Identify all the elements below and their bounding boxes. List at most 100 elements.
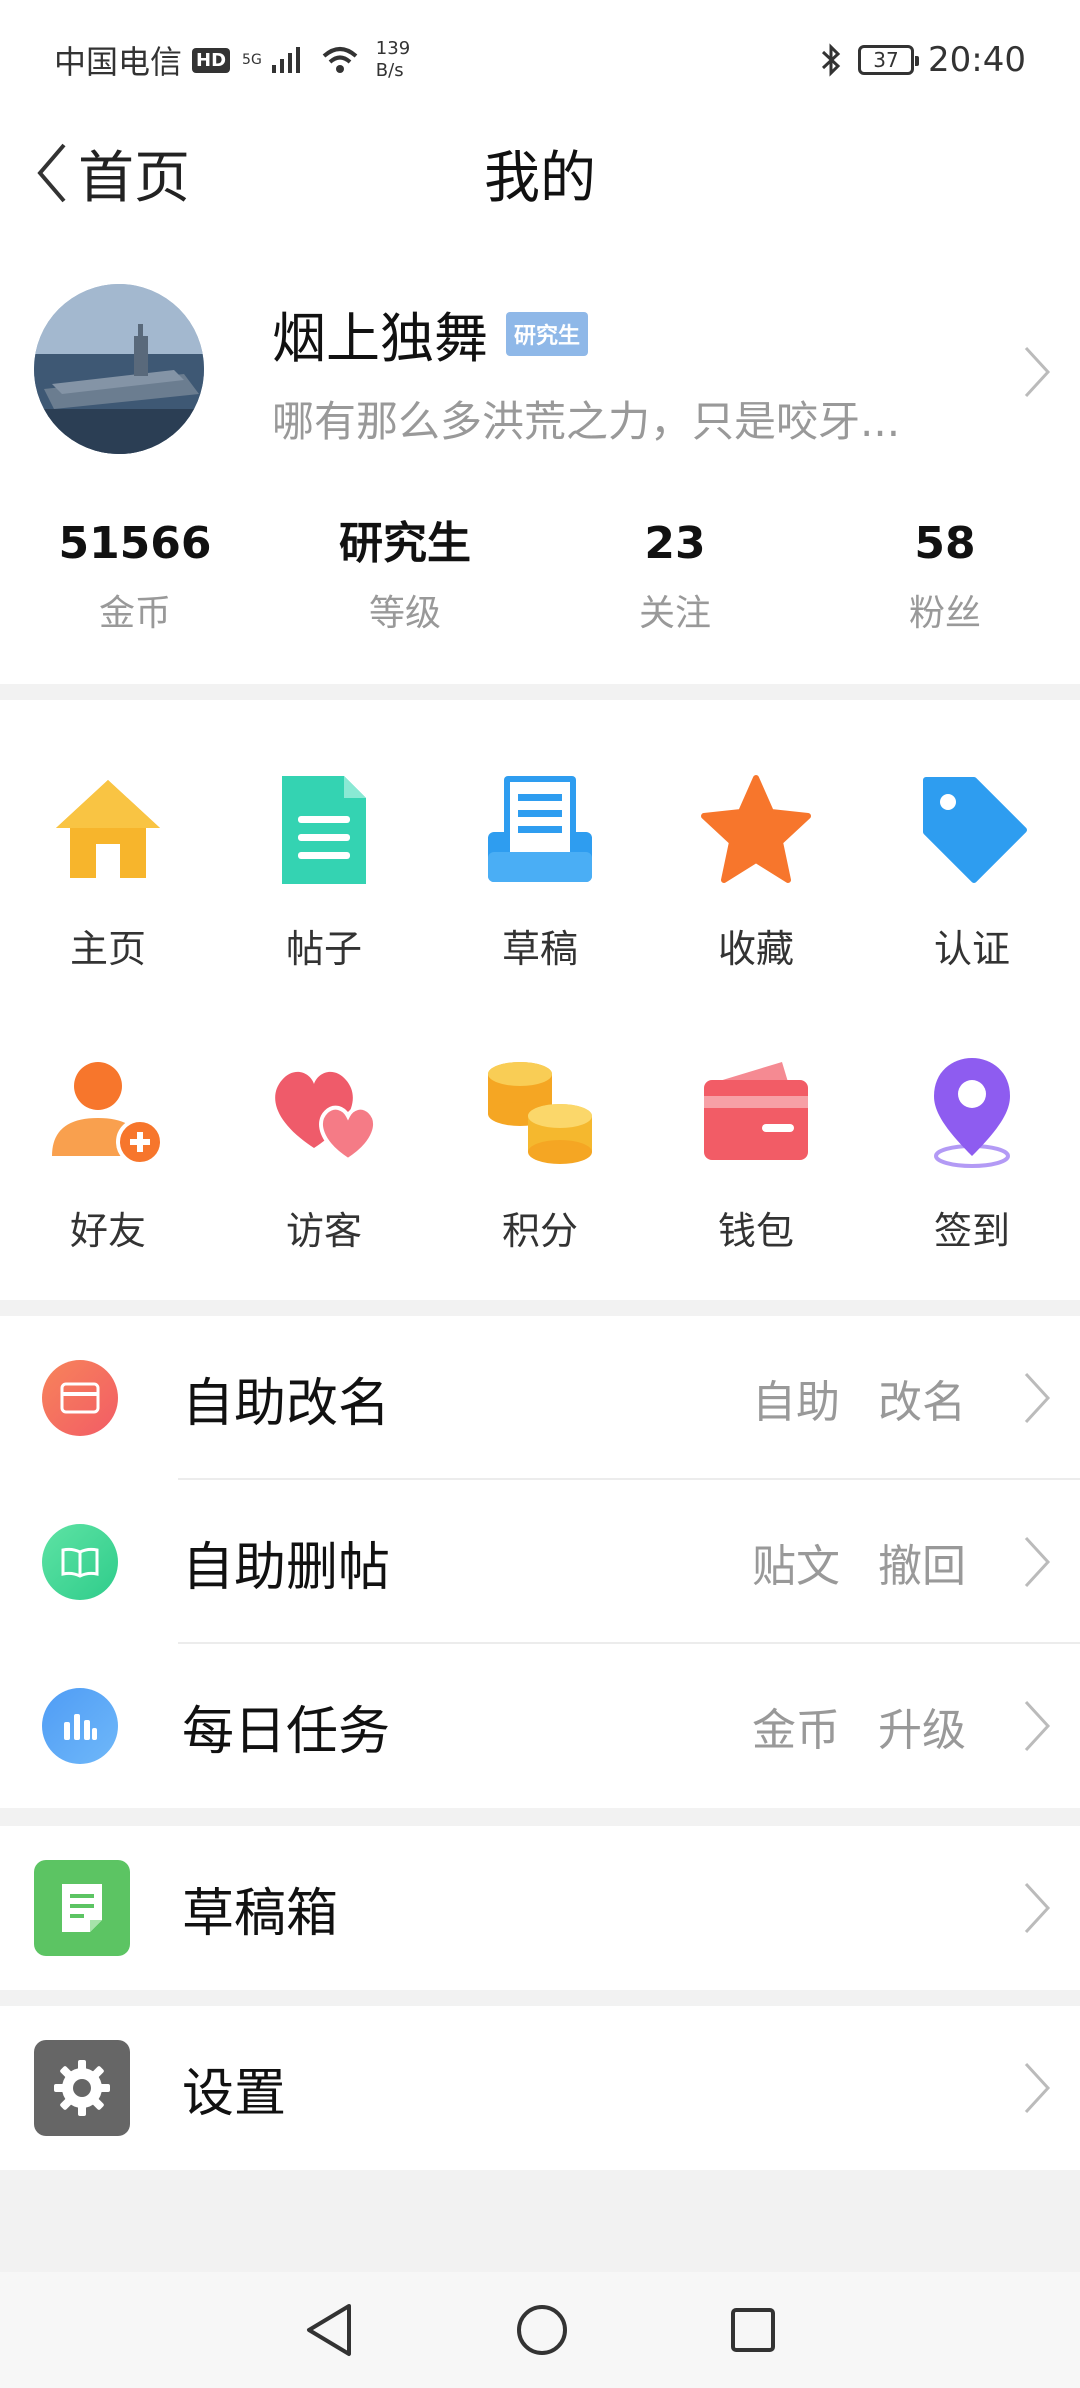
grid-item-favorites[interactable]: 收藏 <box>648 718 864 1000</box>
note-icon <box>34 1860 130 1956</box>
recents-square-icon[interactable] <box>729 2306 777 2354</box>
battery-level: 37 <box>873 48 899 72</box>
stat-label: 等级 <box>368 593 441 634</box>
hd-badge: HD <box>192 47 231 73</box>
list-item-daily-tasks[interactable]: 每日任务 金币 升级 <box>0 1644 1080 1808</box>
grid-item-verify[interactable]: 认证 <box>864 718 1080 1000</box>
grid-item-checkin[interactable]: 签到 <box>864 1000 1080 1282</box>
card-icon <box>42 1360 118 1436</box>
stat-level[interactable]: 研究生 等级 <box>270 516 540 636</box>
avatar-image <box>34 284 204 454</box>
settings-section: 设置 <box>0 2006 1080 2170</box>
row-tag: 改名 <box>878 1377 966 1428</box>
grid-label: 访客 <box>285 1209 362 1253</box>
stat-label: 粉丝 <box>908 593 981 634</box>
card-glyph <box>60 1382 100 1414</box>
wifi-icon <box>322 47 358 73</box>
signal-icon <box>271 47 300 73</box>
book-icon <box>42 1524 118 1600</box>
list-item-draft-box[interactable]: 草稿箱 <box>0 1826 1080 1990</box>
chevron-right-icon <box>1024 1700 1051 1752</box>
system-navigation-bar <box>0 2272 1080 2388</box>
nav-bar: 我的 首页 <box>0 120 1080 226</box>
grid-item-posts[interactable]: 帖子 <box>216 718 432 1000</box>
row-tag: 撤回 <box>878 1541 966 1592</box>
stat-coins[interactable]: 51566 金币 <box>0 516 270 636</box>
feature-grid: 主页 帖子 草稿 收藏 认证 好友 访客 积分 钱包 签到 <box>0 700 1080 1300</box>
grid-label: 收藏 <box>717 927 794 971</box>
tools-section: 自助改名 自助 改名 自助删帖 贴文 撤回 每日任务 金币 升级 <box>0 1316 1080 1808</box>
grid-label: 钱包 <box>717 1209 794 1253</box>
chevron-left-icon <box>37 143 66 203</box>
list-item-rename[interactable]: 自助改名 自助 改名 <box>0 1316 1080 1480</box>
level-badge: 研究生 <box>506 311 589 356</box>
chevron-right-icon <box>1024 2062 1051 2114</box>
chevron-right-icon <box>1024 1536 1051 1588</box>
speed-value: 139 <box>375 38 411 59</box>
stats-row: 51566 金币 研究生 等级 23 关注 58 粉丝 <box>0 516 1080 636</box>
network-speed: 139 B/s <box>376 38 410 82</box>
add-friend-icon <box>52 1062 164 1166</box>
back-triangle-icon[interactable] <box>303 2302 355 2358</box>
grid-item-visitors[interactable]: 访客 <box>216 1000 432 1282</box>
stat-value: 23 <box>644 518 706 569</box>
bar-chart-icon <box>42 1688 118 1764</box>
bar-chart-glyph <box>64 1714 97 1740</box>
speed-unit: B/s <box>375 60 404 81</box>
chevron-right-icon <box>1024 1882 1051 1934</box>
row-tags: 金币 升级 <box>752 1694 966 1758</box>
profile-card: 烟上独舞 研究生 哪有那么多洪荒之力，只是咬牙... 51566 金币 研究生 … <box>0 226 1080 684</box>
row-label: 自助改名 <box>182 1373 391 1434</box>
list-item-delete-post[interactable]: 自助删帖 贴文 撤回 <box>0 1480 1080 1644</box>
stat-value: 研究生 <box>339 518 471 569</box>
stat-value: 58 <box>914 518 976 569</box>
home-icon <box>56 780 160 878</box>
hearts-icon <box>275 1071 377 1163</box>
row-tags: 贴文 撤回 <box>752 1530 966 1594</box>
row-tag: 自助 <box>752 1377 840 1428</box>
grid-label: 认证 <box>933 927 1010 971</box>
avatar[interactable] <box>34 284 204 454</box>
grid-label: 主页 <box>69 927 146 971</box>
document-icon <box>282 776 366 884</box>
gear-glyph <box>54 2060 110 2116</box>
draft-tray-icon <box>488 776 592 882</box>
star-icon <box>701 775 811 883</box>
note-glyph <box>62 1884 102 1932</box>
home-circle-icon[interactable] <box>515 2303 569 2357</box>
book-glyph <box>61 1547 99 1578</box>
clock: 20:40 <box>928 40 1026 80</box>
bluetooth-icon <box>821 43 841 77</box>
list-item-settings[interactable]: 设置 <box>0 2006 1080 2170</box>
grid-item-friends[interactable]: 好友 <box>0 1000 216 1282</box>
battery-icon: 37 <box>858 45 920 75</box>
grid-label: 草稿 <box>501 927 578 971</box>
grid-item-home[interactable]: 主页 <box>0 718 216 1000</box>
location-pin-icon <box>934 1058 1010 1168</box>
user-signature: 哪有那么多洪荒之力，只是咬牙... <box>272 397 901 446</box>
grid-item-wallet[interactable]: 钱包 <box>648 1000 864 1282</box>
grid-label: 帖子 <box>285 927 362 971</box>
drafts-section: 草稿箱 <box>0 1826 1080 1990</box>
row-tag: 升级 <box>878 1705 966 1756</box>
row-label: 草稿箱 <box>182 1883 339 1944</box>
stat-following[interactable]: 23 关注 <box>540 516 810 636</box>
row-label: 每日任务 <box>182 1701 391 1762</box>
grid-item-points[interactable]: 积分 <box>432 1000 648 1282</box>
row-tags: 自助 改名 <box>752 1366 966 1430</box>
grid-label: 好友 <box>69 1209 146 1253</box>
stat-label: 金币 <box>98 593 171 634</box>
row-tag: 贴文 <box>752 1541 840 1592</box>
grid-item-drafts[interactable]: 草稿 <box>432 718 648 1000</box>
row-label: 自助删帖 <box>182 1537 391 1598</box>
row-label: 设置 <box>182 2063 287 2124</box>
stat-label: 关注 <box>638 593 711 634</box>
tag-icon <box>923 777 1027 883</box>
coins-icon <box>488 1062 592 1164</box>
back-button[interactable]: 首页 <box>34 133 190 214</box>
grid-label: 积分 <box>501 1209 578 1253</box>
stat-fans[interactable]: 58 粉丝 <box>810 516 1080 636</box>
grid-label: 签到 <box>933 1209 1010 1253</box>
status-bar: 中国电信 HD 5G 139 B/s 37 20:40 <box>0 0 1080 120</box>
chevron-right-icon[interactable] <box>1022 344 1052 400</box>
